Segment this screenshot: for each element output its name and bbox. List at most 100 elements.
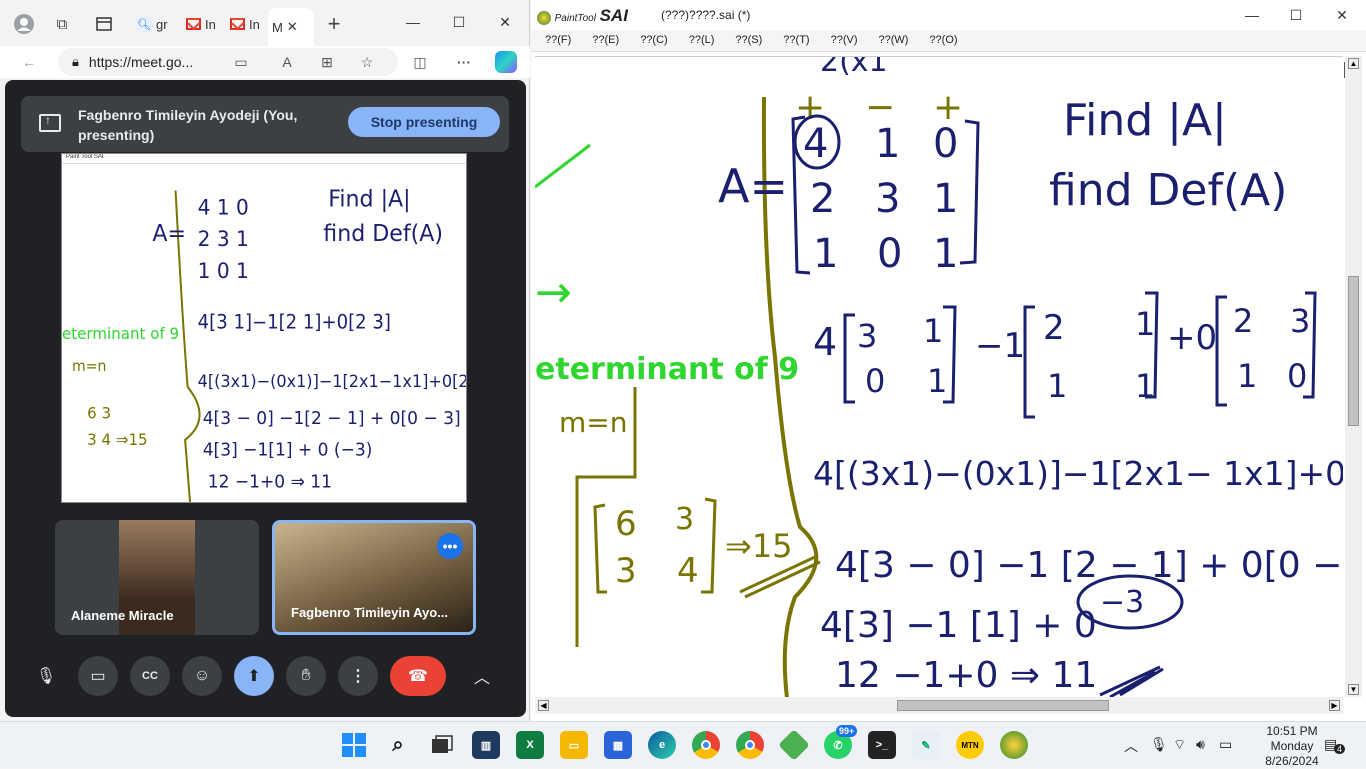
more-options-icon[interactable]: ··· — [453, 51, 475, 73]
raise-hand-icon[interactable]: ✋︎ — [286, 656, 326, 696]
favorite-star-icon[interactable]: ☆ — [356, 51, 378, 73]
volume-icon[interactable]: 🔊︎ — [1196, 736, 1205, 753]
maximize-icon[interactable]: ☐ — [444, 10, 474, 34]
minimize-icon[interactable]: — — [398, 10, 428, 34]
copilot-icon[interactable] — [495, 51, 517, 73]
drawing-canvas[interactable]: 2(x1 + − + A= 4 1 0 2 3 1 1 0 1 Find |A|… — [535, 56, 1343, 697]
more-options-icon[interactable]: ••• — [437, 533, 463, 559]
mtn-icon[interactable]: MTN — [956, 731, 984, 759]
address-bar[interactable]: 🔒︎ https://meet.go... — [58, 48, 398, 76]
close-window-icon[interactable]: ✕ — [490, 10, 520, 34]
minimize-icon[interactable]: — — [1237, 3, 1267, 27]
search-icon: 🔍︎ — [136, 16, 152, 32]
participant-name: Fagbenro Timileyin Ayo... — [291, 605, 448, 620]
whatsapp-icon[interactable]: ✆ 99+ — [824, 725, 858, 759]
matrix-cell: 3 — [875, 176, 900, 222]
menu-selection[interactable]: ??(S) — [721, 30, 769, 51]
workspaces-icon[interactable]: ⧉ — [48, 10, 76, 38]
menu-file[interactable]: ??(F) — [531, 30, 578, 51]
terminal-icon[interactable]: >_ — [868, 731, 896, 759]
menu-layer[interactable]: ??(L) — [675, 30, 722, 51]
microphone-icon[interactable]: 🎙︎ — [1150, 736, 1168, 753]
participant-tile[interactable]: Alaneme Miracle — [55, 520, 259, 635]
menu-other[interactable]: ??(O) — [915, 30, 964, 51]
step4-circled-text: −3 — [1100, 585, 1144, 620]
chevron-up-icon[interactable]: ︿ — [462, 656, 502, 696]
clock-date: 8/26/2024 — [1265, 754, 1319, 768]
read-aloud-icon[interactable]: A — [276, 51, 298, 73]
lock-icon[interactable]: 🔒︎ — [72, 54, 79, 70]
wifi-icon[interactable]: ⌔ — [1173, 736, 1186, 754]
scroll-up-arrow-icon[interactable]: ▲ — [1348, 58, 1359, 69]
close-window-icon[interactable]: ✕ — [1327, 3, 1357, 27]
menu-view[interactable]: ??(V) — [817, 30, 865, 51]
scroll-down-arrow-icon[interactable]: ▼ — [1348, 684, 1359, 695]
microsoft-store-icon[interactable]: ▦ — [604, 731, 632, 759]
vertical-scroll-thumb[interactable] — [1348, 276, 1359, 426]
participant-tile-self[interactable]: ••• Fagbenro Timileyin Ayo... — [272, 520, 476, 635]
horizontal-scrollbar[interactable]: ◀ ▶ — [535, 697, 1343, 714]
chrome-profile-icon[interactable] — [736, 731, 764, 759]
emoji-icon[interactable]: ☺ — [182, 656, 222, 696]
tab-actions-icon[interactable] — [90, 10, 118, 38]
app-available-icon[interactable]: ⊞ — [316, 51, 338, 73]
stop-presenting-button[interactable]: Stop presenting — [348, 107, 500, 137]
menu-canvas[interactable]: ??(C) — [626, 30, 675, 51]
excel-icon[interactable]: X — [516, 731, 544, 759]
screen-share-preview: Paint Tool SAI Find |A| find Def(A) A= 4… — [61, 153, 467, 503]
small-matrix-cell: 4 — [677, 551, 699, 591]
windows-start-icon[interactable] — [340, 731, 368, 759]
maximize-icon[interactable]: ☐ — [1281, 3, 1311, 27]
camera-icon[interactable]: ▭ — [230, 51, 252, 73]
battery-icon[interactable]: ▭ — [1219, 736, 1232, 753]
tab-meet-active[interactable]: M ✕ — [268, 8, 314, 46]
back-icon[interactable]: ← — [18, 51, 40, 73]
menu-edit[interactable]: ??(E) — [578, 30, 626, 51]
minor-cell: 1 — [923, 312, 943, 350]
notification-badge: 99+ — [836, 725, 858, 737]
tab-search[interactable]: 🔍︎ gr — [132, 8, 172, 40]
present-now-icon[interactable]: ⬆ — [234, 656, 274, 696]
find-det-text: find Def(A) — [1049, 165, 1287, 216]
more-options-icon[interactable]: ⋮ — [338, 656, 378, 696]
menu-window[interactable]: ??(W) — [864, 30, 915, 51]
leave-call-icon[interactable]: ☎︎ — [390, 656, 446, 696]
preview-drawing: Find |A| find Def(A) A= 4 1 0 2 3 1 1 0 … — [62, 186, 466, 502]
task-view-icon[interactable] — [428, 731, 456, 759]
app-icon[interactable]: ✎ — [912, 731, 940, 759]
app-cube-icon[interactable] — [778, 729, 810, 761]
split-screen-icon[interactable]: ◫ — [409, 51, 431, 73]
scroll-right-arrow-icon[interactable]: ▶ — [1329, 700, 1340, 711]
green-arrow: → — [535, 267, 572, 318]
menu-filter[interactable]: ??(T) — [769, 30, 816, 51]
edge-icon[interactable]: e — [648, 731, 676, 759]
new-tab-icon[interactable]: + — [320, 10, 348, 38]
microphone-icon[interactable]: 🎙︎ — [26, 656, 66, 696]
svg-text:4[3 − 0] −1[2 − 1] + 0[0 − 3]: 4[3 − 0] −1[2 − 1] + 0[0 − 3] — [203, 409, 461, 430]
notifications-icon[interactable]: ▤ 4 — [1324, 736, 1346, 754]
chrome-icon[interactable] — [692, 731, 720, 759]
participant-name: Alaneme Miracle — [71, 608, 174, 623]
close-tab-icon[interactable]: ✕ — [287, 19, 298, 35]
search-icon[interactable]: ⌕ — [384, 731, 412, 759]
widgets-icon[interactable]: ▥ — [472, 731, 500, 759]
sai-menubar: ??(F) ??(E) ??(C) ??(L) ??(S) ??(T) ??(V… — [531, 30, 1366, 78]
svg-text:12 −1+0 ⇒ 11: 12 −1+0 ⇒ 11 — [208, 472, 332, 493]
svg-text:eterminant of 9: eterminant of 9 — [62, 325, 179, 343]
url-text: https://meet.go... — [88, 54, 194, 70]
painttool-sai-icon[interactable] — [1000, 731, 1028, 759]
file-explorer-icon[interactable]: ▭ — [560, 731, 588, 759]
bracket — [1215, 295, 1227, 407]
captions-icon[interactable]: CC — [130, 656, 170, 696]
tab-gmail-2[interactable]: In — [226, 8, 264, 40]
svg-text:3 4 ⇒15: 3 4 ⇒15 — [87, 431, 148, 449]
horizontal-scroll-thumb[interactable] — [897, 700, 1109, 711]
profile-icon[interactable] — [10, 10, 38, 38]
address-bar-row: ← 🔒︎ https://meet.go... ▭ A ⊞ ☆ ◫ ··· — [0, 46, 530, 78]
camera-toggle-icon[interactable]: ▭ — [78, 656, 118, 696]
vertical-scrollbar[interactable]: ▲ ▼ — [1345, 56, 1362, 697]
tab-gmail-1[interactable]: In — [182, 8, 220, 40]
matrix-cell: 1 — [813, 231, 838, 277]
scroll-left-arrow-icon[interactable]: ◀ — [538, 700, 549, 711]
chevron-up-icon[interactable]: ︿ — [1124, 736, 1138, 756]
